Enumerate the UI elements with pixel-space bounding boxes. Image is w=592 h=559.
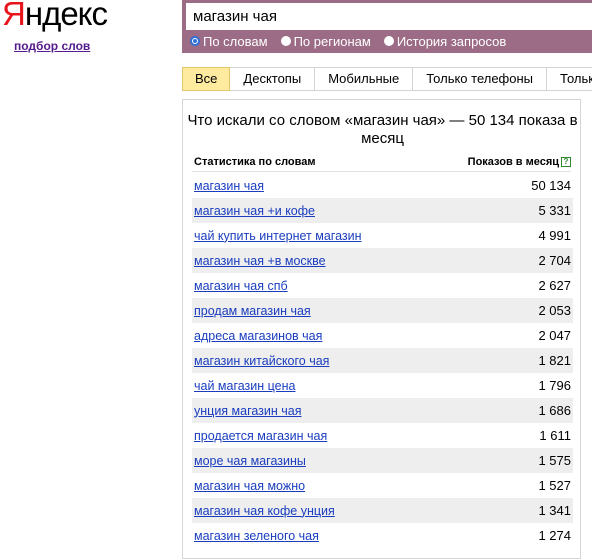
table-row: магазин чая кофе унция 1 341 <box>192 498 573 523</box>
table-row: море чая магазины 1 575 <box>192 448 573 473</box>
table-row: чай купить интернет магазин 4 991 <box>192 223 573 248</box>
radio-label: По регионам <box>293 33 371 49</box>
keyword-link[interactable]: адреса магазинов чая <box>194 329 322 343</box>
radio-unchecked-icon[interactable] <box>383 36 394 46</box>
impressions-count: 1 575 <box>538 453 571 468</box>
radio-by-words[interactable]: По словам <box>190 34 268 49</box>
table-row: адреса магазинов чая 2 047 <box>192 323 573 348</box>
impressions-count: 1 274 <box>538 528 571 543</box>
device-tabs: Все Десктопы Мобильные Только телефоны Т… <box>182 67 592 91</box>
impressions-count: 5 331 <box>538 203 571 218</box>
table-row: магазин чая 50 134 <box>192 173 573 198</box>
stats-table: магазин чая 50 134 магазин чая +и кофе 5 33… <box>192 173 573 548</box>
tab-all[interactable]: Все <box>182 67 231 91</box>
table-row: магазин чая +и кофе 5 331 <box>192 198 573 223</box>
stats-title: Что искали со словом «магазин чая» — 50 … <box>187 112 578 147</box>
radio-label: По словам <box>203 33 268 49</box>
table-row: магазин чая спб 2 627 <box>192 273 573 298</box>
table-row: продается магазин чая 1 611 <box>192 423 573 448</box>
impressions-count: 2 047 <box>538 328 571 343</box>
keyword-link[interactable]: магазин китайского чая <box>194 354 329 368</box>
radio-checked-icon[interactable] <box>190 36 200 46</box>
table-row: магазин чая можно 1 527 <box>192 473 573 498</box>
impressions-count: 1 821 <box>538 353 571 368</box>
logo-first-letter: Я <box>2 0 26 32</box>
keyword-link[interactable]: унция магазин чая <box>194 404 302 418</box>
wordstat-link[interactable]: подбор слов <box>14 39 90 53</box>
keyword-link[interactable]: магазин зеленого чая <box>194 529 319 543</box>
radio-label: История запросов <box>396 33 507 49</box>
tab-phones-only[interactable]: Только телефоны <box>413 67 548 91</box>
keyword-link[interactable]: магазин чая спб <box>194 279 288 293</box>
impressions-count: 2 053 <box>538 303 571 318</box>
search-input[interactable] <box>186 3 592 30</box>
divider <box>192 171 571 172</box>
radio-by-regions[interactable]: По регионам <box>280 33 371 49</box>
keyword-link[interactable]: магазин чая +в москве <box>194 254 326 268</box>
impressions-count: 1 611 <box>539 428 571 443</box>
table-row: магазин китайского чая 1 821 <box>192 348 573 373</box>
column-header-label: Показов в месяц <box>467 156 559 168</box>
table-row: продам магазин чая 2 053 <box>192 298 573 323</box>
help-icon[interactable]: ? <box>561 157 571 167</box>
keyword-link[interactable]: магазин чая можно <box>194 479 305 493</box>
impressions-count: 2 627 <box>538 278 571 293</box>
keyword-link[interactable]: магазин чая <box>194 179 264 193</box>
table-row: чай магазин цена 1 796 <box>192 373 573 398</box>
radio-unchecked-icon[interactable] <box>280 36 291 46</box>
table-row: магазин зеленого чая 1 274 <box>192 523 573 548</box>
logo-rest: ндекс <box>24 0 108 32</box>
keyword-link[interactable]: чай магазин цена <box>194 379 295 393</box>
yandex-logo[interactable]: Яндекс <box>2 0 108 34</box>
impressions-count: 4 991 <box>538 228 571 243</box>
keyword-link[interactable]: море чая магазины <box>194 454 306 468</box>
keyword-link[interactable]: продается магазин чая <box>194 429 327 443</box>
impressions-count: 2 704 <box>538 253 571 268</box>
impressions-count: 1 796 <box>538 378 571 393</box>
keyword-link[interactable]: магазин чая +и кофе <box>194 204 315 218</box>
impressions-count: 1 527 <box>538 478 571 493</box>
search-mode-radios: По словам По регионам История запросов <box>190 32 506 50</box>
impressions-count: 1 686 <box>538 403 571 418</box>
keyword-link[interactable]: чай купить интернет магазин <box>194 229 362 243</box>
impressions-count: 50 134 <box>531 178 571 193</box>
column-header-impressions: Показов в месяц ? <box>468 156 571 168</box>
keyword-link[interactable]: продам магазин чая <box>194 304 311 318</box>
tab-desktops[interactable]: Десктопы <box>230 67 316 91</box>
word-stats-panel: Что искали со словом «магазин чая» — 50 … <box>182 99 581 559</box>
radio-history[interactable]: История запросов <box>383 33 507 49</box>
column-header-words: Статистика по словам <box>194 156 316 168</box>
tab-mobile[interactable]: Мобильные <box>315 67 414 91</box>
tab-tablets-only[interactable]: Только <box>547 67 592 91</box>
table-row: унция магазин чая 1 686 <box>192 398 573 423</box>
table-row: магазин чая +в москве 2 704 <box>192 248 573 273</box>
impressions-count: 1 341 <box>538 503 571 518</box>
keyword-link[interactable]: магазин чая кофе унция <box>194 504 335 518</box>
